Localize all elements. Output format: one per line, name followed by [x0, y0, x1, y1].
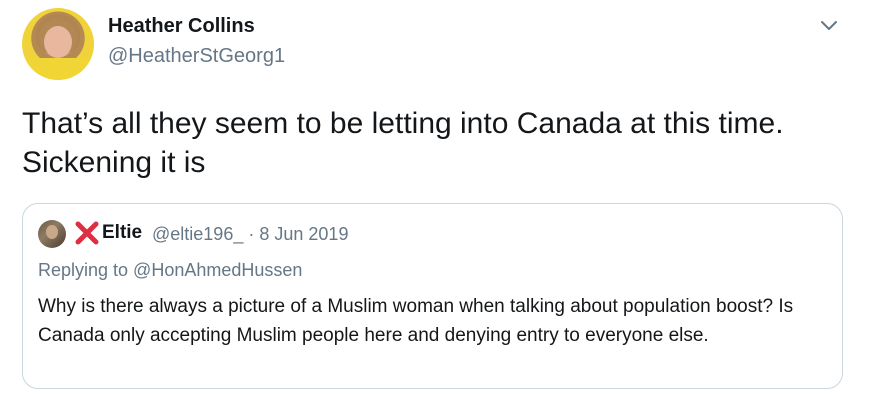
chevron-down-icon[interactable] [818, 14, 840, 36]
red-x-emoji-icon [75, 221, 99, 245]
quoted-author-avatar[interactable] [38, 220, 66, 248]
tweet-text: That’s all they seem to be letting into … [22, 107, 784, 179]
quoted-tweet-text: Why is there always a picture of a Musli… [38, 296, 794, 346]
author-avatar[interactable] [22, 8, 94, 80]
quoted-tweet[interactable]: Eltie @eltie196_ · 8 Jun 2019 Replying t… [22, 203, 843, 389]
quoted-author-handle[interactable]: @eltie196_ [152, 224, 243, 244]
author-handle[interactable]: @HeatherStGeorg1 [108, 45, 285, 68]
quoted-avatar-face [46, 225, 58, 239]
quoted-date[interactable]: 8 Jun 2019 [259, 224, 348, 244]
avatar-face [44, 26, 72, 58]
avatar-scarf [22, 58, 94, 80]
quoted-author-name[interactable]: Eltie [102, 222, 142, 244]
author-name[interactable]: Heather Collins [108, 15, 255, 38]
meta-separator: · [248, 224, 255, 244]
replying-to: Replying to @HonAhmedHussen [38, 260, 303, 280]
tweet-card: Heather Collins @HeatherStGeorg1 That’s … [0, 0, 873, 412]
quoted-meta: @eltie196_ · 8 Jun 2019 [152, 224, 348, 245]
